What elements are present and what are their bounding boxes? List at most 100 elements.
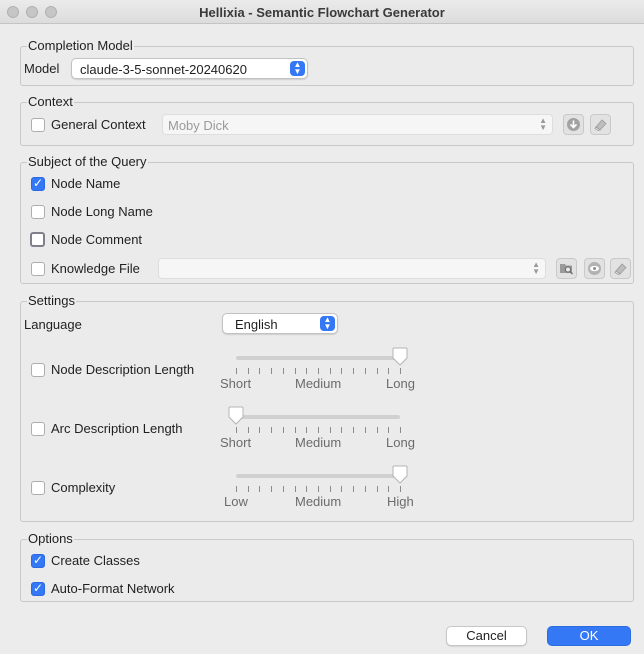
auto-format-network-checkbox[interactable]: [31, 581, 45, 596]
slider-tick: [306, 427, 307, 433]
auto-format-network-label: Auto-Format Network: [51, 581, 175, 596]
slider-tick: [353, 368, 354, 374]
slider-ticks: [236, 368, 401, 374]
updown-arrows-icon: ▲ ▼: [532, 260, 540, 276]
options-legend: Options: [27, 531, 74, 546]
slider-tick: [236, 368, 237, 374]
node-comment-checkbox[interactable]: [30, 232, 45, 247]
slider-tick: [259, 427, 260, 433]
slider-tick: [259, 486, 260, 492]
slider-tick-label: Medium: [295, 435, 342, 450]
slider-tick-label: Long: [386, 435, 415, 450]
browse-file-button[interactable]: [556, 258, 577, 279]
node-long-name-label: Node Long Name: [51, 204, 153, 219]
node-description-length-checkbox[interactable]: [31, 363, 45, 377]
slider-thumb[interactable]: [391, 465, 409, 485]
slider-tick-label: Medium: [295, 376, 342, 391]
slider-tick: [283, 368, 284, 374]
title-bar: Hellixia - Semantic Flowchart Generator: [0, 0, 644, 24]
slider-tick: [377, 427, 378, 433]
complexity-checkbox[interactable]: [31, 481, 45, 495]
completion-model-legend: Completion Model: [27, 38, 134, 53]
model-select[interactable]: claude-3-5-sonnet-20240620 ▲ ▼: [71, 58, 308, 79]
slider-tick: [248, 427, 249, 433]
slider-tick: [236, 427, 237, 433]
knowledge-file-combo[interactable]: ▲ ▼: [158, 258, 546, 279]
general-context-combo[interactable]: Moby Dick ▲ ▼: [162, 114, 553, 135]
knowledge-file-label: Knowledge File: [51, 261, 140, 276]
preview-file-button[interactable]: [584, 258, 605, 279]
node-long-name-checkbox[interactable]: [31, 205, 45, 219]
slider-tick-label: Long: [386, 376, 415, 391]
slider-tick: [271, 368, 272, 374]
slider-tick: [365, 486, 366, 492]
slider-tick: [400, 368, 401, 374]
knowledge-file-checkbox[interactable]: [31, 262, 45, 276]
slider-track[interactable]: [236, 474, 400, 478]
updown-arrows-icon: ▲ ▼: [539, 116, 547, 132]
clear-context-button[interactable]: [590, 114, 611, 135]
slider-tick: [365, 368, 366, 374]
slider-ticks: [236, 486, 401, 492]
slider-tick: [400, 486, 401, 492]
model-select-value: claude-3-5-sonnet-20240620: [80, 62, 247, 77]
updown-arrows-icon: ▲ ▼: [320, 316, 335, 331]
slider-tick: [283, 427, 284, 433]
slider-tick: [318, 486, 319, 492]
settings-legend: Settings: [27, 293, 76, 308]
slider-tick: [295, 427, 296, 433]
arc-description-length-label: Arc Description Length: [51, 421, 183, 436]
context-legend: Context: [27, 94, 74, 109]
slider-thumb[interactable]: [227, 406, 245, 426]
cancel-button[interactable]: Cancel: [446, 626, 527, 646]
window-title: Hellixia - Semantic Flowchart Generator: [199, 5, 445, 20]
slider-tick: [236, 486, 237, 492]
slider-tick: [259, 368, 260, 374]
slider-tick: [248, 486, 249, 492]
language-select[interactable]: English ▲ ▼: [222, 313, 338, 334]
updown-arrows-icon: ▲ ▼: [290, 61, 305, 76]
slider-tick: [400, 427, 401, 433]
subject-legend: Subject of the Query: [27, 154, 148, 169]
slider-track[interactable]: [236, 415, 400, 419]
slider-tick-label: Short: [220, 376, 252, 391]
slider-tick: [353, 427, 354, 433]
language-label: Language: [24, 317, 82, 332]
node-comment-label: Node Comment: [51, 232, 143, 247]
slider-tick-label: Low: [224, 494, 248, 509]
slider-tick: [330, 368, 331, 374]
slider-tick: [377, 486, 378, 492]
slider-tick: [353, 486, 354, 492]
slider-tick: [330, 427, 331, 433]
language-select-value: English: [235, 317, 278, 332]
model-label: Model: [24, 61, 60, 76]
slider-tick: [248, 368, 249, 374]
slider-tick: [341, 368, 342, 374]
clear-file-button[interactable]: [610, 258, 631, 279]
folder-search-icon: [560, 264, 574, 275]
eraser-icon: [614, 263, 627, 275]
eraser-icon: [594, 119, 607, 131]
arc-description-length-checkbox[interactable]: [31, 422, 45, 436]
slider-tick: [295, 486, 296, 492]
eye-icon: [588, 262, 601, 275]
slider-tick: [306, 486, 307, 492]
slider-track[interactable]: [236, 356, 400, 360]
node-name-checkbox[interactable]: [31, 176, 45, 191]
complexity-label: Complexity: [51, 480, 116, 495]
slider-tick-label: Short: [220, 435, 252, 450]
slider-tick: [388, 486, 389, 492]
slider-tick: [318, 427, 319, 433]
download-button[interactable]: [563, 114, 584, 135]
general-context-label: General Context: [51, 117, 146, 132]
slider-tick: [377, 368, 378, 374]
general-context-checkbox[interactable]: [31, 118, 45, 132]
slider-thumb[interactable]: [391, 347, 409, 367]
node-name-label: Node Name: [51, 176, 121, 191]
download-icon: [567, 118, 580, 131]
ok-button[interactable]: OK: [547, 626, 631, 646]
create-classes-checkbox[interactable]: [31, 553, 45, 568]
slider-tick: [271, 427, 272, 433]
slider-tick: [283, 486, 284, 492]
slider-tick: [271, 486, 272, 492]
